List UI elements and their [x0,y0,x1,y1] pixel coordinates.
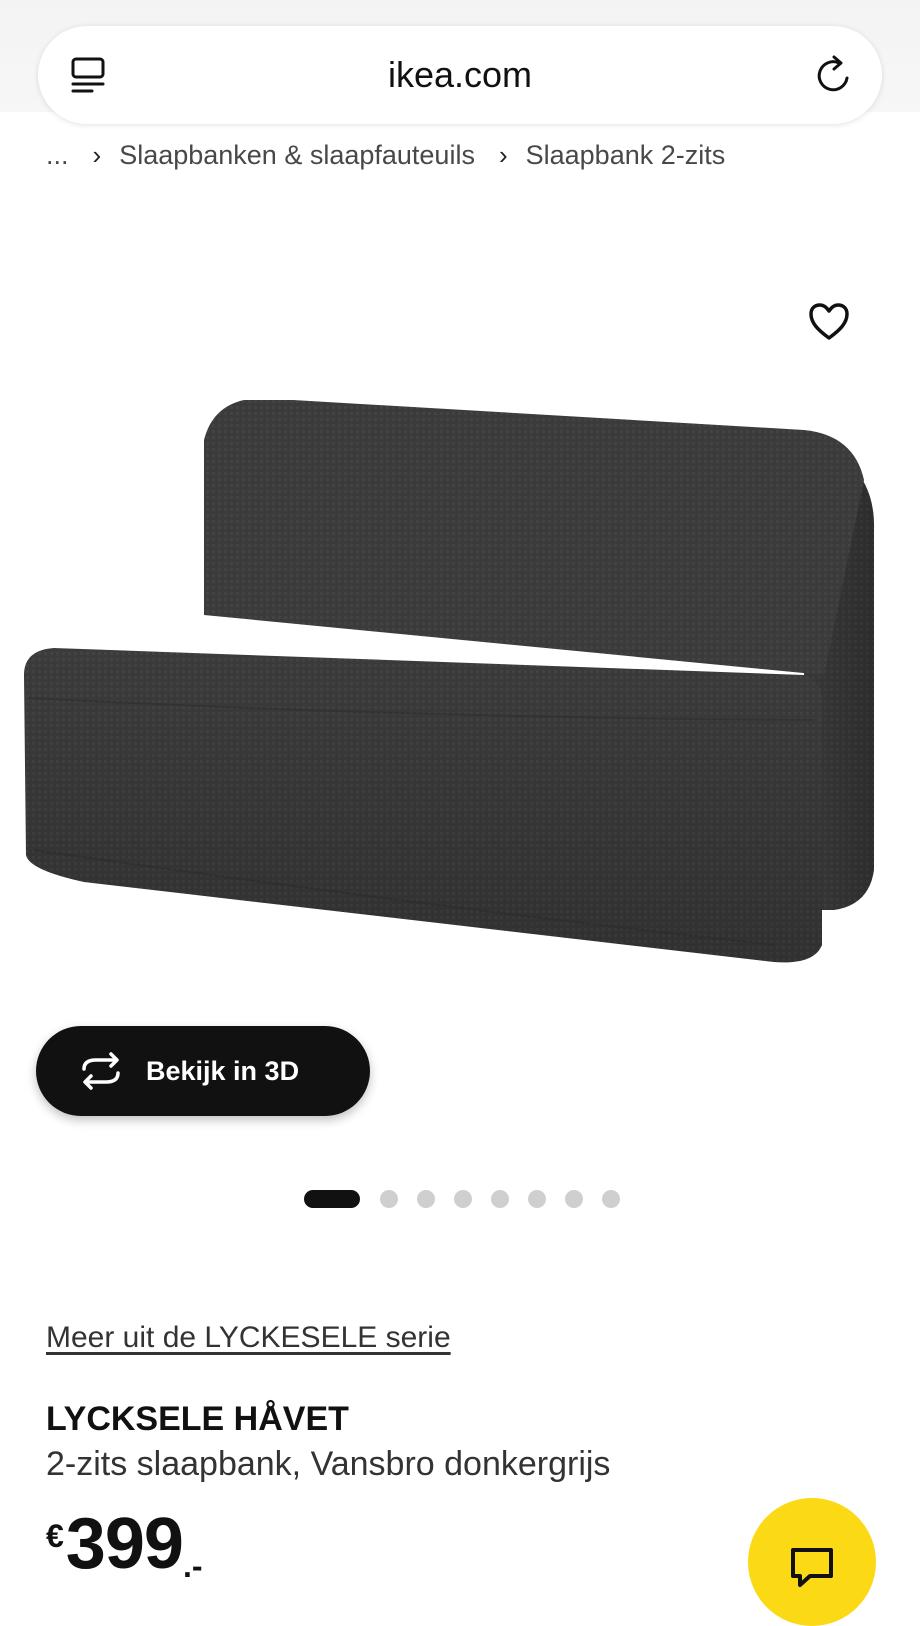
breadcrumb-ellipsis[interactable]: ... [46,140,69,171]
series-link[interactable]: Meer uit de LYCKESELE serie [46,1321,451,1355]
reload-icon[interactable] [814,54,854,96]
url-text[interactable]: ikea.com [38,54,882,96]
view-3d-label: Bekijk in 3D [146,1055,300,1086]
view-3d-button[interactable]: Bekijk in 3D [36,1026,370,1116]
heart-icon[interactable] [808,302,850,342]
carousel-dot-active[interactable] [304,1190,360,1208]
rotate-3d-icon [82,1052,120,1090]
carousel-dot[interactable] [454,1190,472,1208]
chat-bubble-icon [791,1548,833,1587]
breadcrumb-separator: › [92,140,102,170]
price-suffix: .- [182,1548,203,1584]
price-amount: 399 [65,1504,184,1584]
breadcrumb-item-two-seat[interactable]: Slaapbank 2-zits [526,140,726,171]
breadcrumb: ... › Slaapbanken & slaapfauteuils › Sla… [46,140,725,171]
chat-button[interactable] [748,1498,876,1626]
carousel-indicator [304,1190,639,1208]
breadcrumb-item-sofa-beds[interactable]: Slaapbanken & slaapfauteuils [119,140,475,171]
carousel-dot[interactable] [491,1190,509,1208]
carousel-dot[interactable] [528,1190,546,1208]
carousel-dot[interactable] [565,1190,583,1208]
breadcrumb-separator: › [498,140,508,170]
carousel-dot[interactable] [602,1190,620,1208]
carousel-dot[interactable] [380,1190,398,1208]
product-price: € 399 .- [46,1508,202,1585]
price-currency: € [46,1518,64,1554]
product-name: LYCKSELE HÅVET [46,1400,349,1438]
url-bar[interactable]: ikea.com [38,26,882,124]
product-image-sofa-bed[interactable] [14,400,904,990]
carousel-dot[interactable] [417,1190,435,1208]
product-description: 2-zits slaapbank, Vansbro donkergrijs [46,1445,611,1483]
